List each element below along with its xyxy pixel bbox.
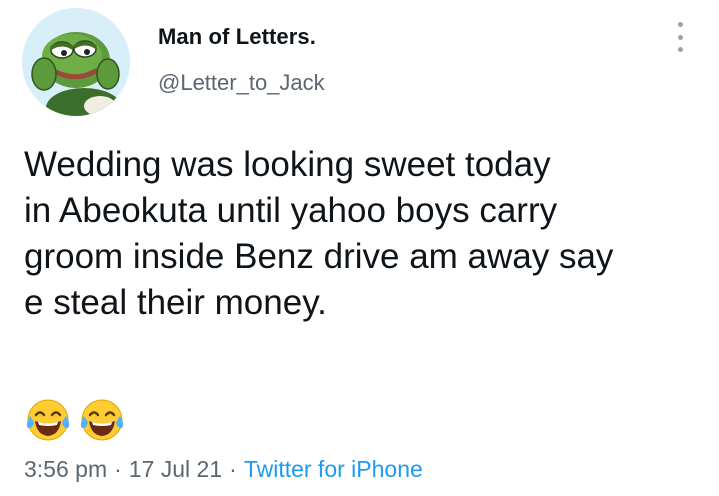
more-dot — [677, 22, 683, 27]
emoji-row — [24, 396, 126, 444]
display-name[interactable]: Man of Letters. — [158, 24, 316, 50]
pepe-frog-avatar-icon — [22, 8, 130, 116]
tweet-time[interactable]: 3:56 pm — [24, 456, 107, 482]
more-vertical-icon[interactable] — [668, 22, 692, 52]
avatar[interactable] — [22, 8, 130, 116]
tweet-source-link[interactable]: Twitter for iPhone — [244, 456, 423, 482]
tears-of-joy-emoji-icon — [26, 399, 70, 441]
more-dot — [677, 34, 683, 40]
tweet-metadata: 3:56 pm · 17 Jul 21 · Twitter for iPhone — [24, 456, 423, 483]
separator: · — [229, 456, 237, 482]
more-dot — [677, 47, 683, 52]
separator: · — [114, 456, 122, 482]
user-handle[interactable]: @Letter_to_Jack — [158, 70, 325, 96]
tweet-text: Wedding was looking sweet today in Abeok… — [24, 145, 614, 322]
tweet-date[interactable]: 17 Jul 21 — [129, 456, 222, 482]
tweet-card: Man of Letters. @Letter_to_Jack Wedding … — [0, 0, 719, 496]
tears-of-joy-emoji-icon — [80, 399, 124, 441]
